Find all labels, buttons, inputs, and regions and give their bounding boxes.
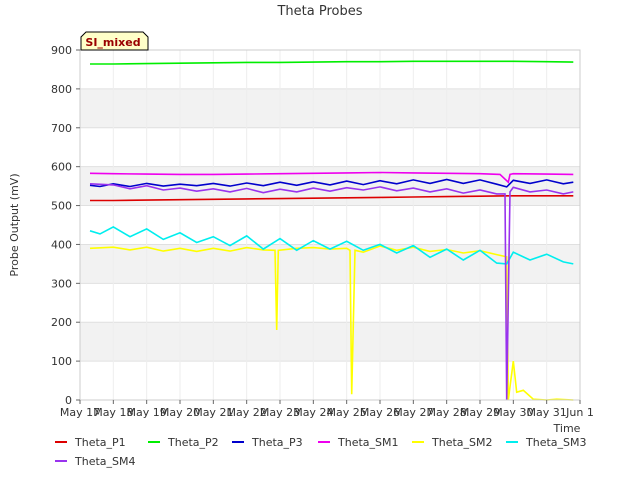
y-tick-label: 900 (51, 44, 72, 57)
y-tick-label: 700 (51, 122, 72, 135)
x-axis-label: Time (553, 422, 581, 435)
y-tick-label: 200 (51, 316, 72, 329)
y-tick-label: 500 (51, 200, 72, 213)
y-tick-label: 600 (51, 161, 72, 174)
y-tick-label: 400 (51, 238, 72, 251)
grid-band (80, 322, 580, 362)
chart-title: Theta Probes (276, 4, 362, 19)
site-label-badge: SI_mixed (80, 31, 149, 51)
legend-label: Theta_SM4 (74, 455, 135, 468)
site-label-text: SI_mixed (85, 36, 140, 49)
y-tick-label: 100 (51, 355, 72, 368)
legend-label: Theta_P3 (251, 436, 303, 449)
legend-label: Theta_P1 (74, 436, 126, 449)
legend-label: Theta_SM3 (525, 436, 586, 449)
theta-probes-chart: 0100200300400500600700800900 May 17May 1… (0, 0, 640, 480)
x-tick-label: May 31 (527, 406, 567, 419)
legend-label: Theta_SM1 (337, 436, 398, 449)
x-tick-label: Jun 1 (565, 406, 594, 419)
y-tick-label: 800 (51, 83, 72, 96)
grid-band (80, 88, 580, 128)
y-axis-label: Probe Output (mV) (8, 173, 21, 276)
y-tick-label: 300 (51, 277, 72, 290)
legend-label: Theta_P2 (167, 436, 219, 449)
legend-label: Theta_SM2 (431, 436, 492, 449)
